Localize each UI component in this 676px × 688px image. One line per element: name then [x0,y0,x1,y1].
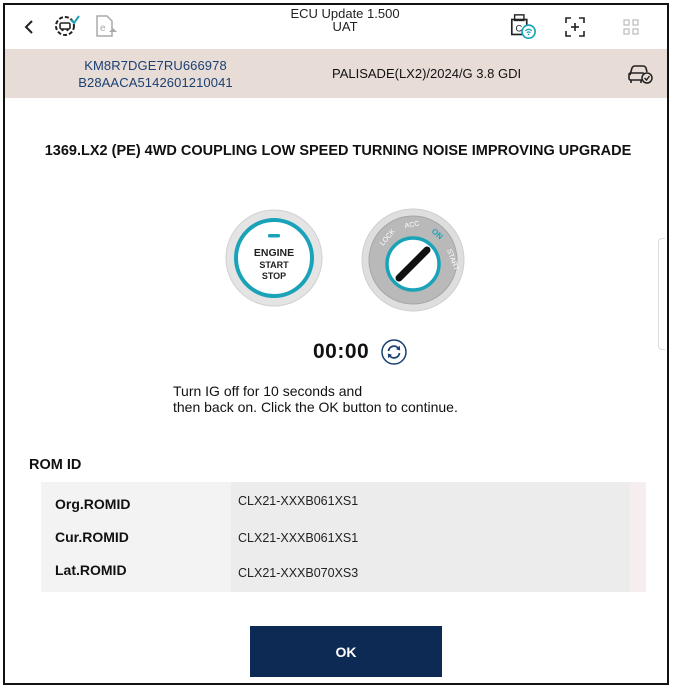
e-document-icon[interactable]: e [91,13,119,41]
vehicle-code: B28AACA5142601210041 [78,75,233,90]
romid-table-edge [630,482,646,592]
romid-lat-label: Lat.ROMID [55,562,127,578]
romid-org-value: CLX21-XXXB061XS1 [238,494,359,508]
instruction-line-1: Turn IG off for 10 seconds and [173,383,363,399]
vehicle-check-icon[interactable] [627,62,653,86]
romid-section-title: ROM ID [29,457,82,473]
romid-cur-value: CLX21-XXXB061XS1 [238,531,359,545]
countdown-timer: 00:00 [313,340,370,363]
romid-cur-label: Cur.ROMID [55,529,129,545]
romid-org-label: Org.ROMID [55,496,131,512]
vin-block: KM8R7DGE7RU666978 B28AACA5142601210041 [63,57,248,91]
romid-table: Org.ROMID CLX21-XXXB061XS1 Cur.ROMID CLX… [41,482,646,592]
vin-number: KM8R7DGE7RU666978 [84,58,227,73]
stop-label: STOP [262,271,286,281]
vehicle-model: PALISADE(LX2)/2024/G 3.8 GDI [332,66,522,81]
app-window: e ECU Update 1.500 UAT C KM8R7DGE7RU6669… [3,3,669,685]
svg-text:e: e [100,23,106,34]
vci-wireless-icon[interactable]: C [509,13,537,41]
update-title: 1369.LX2 (PE) 4WD COUPLING LOW SPEED TUR… [44,143,632,159]
timer-row: 00:00 [313,337,407,367]
scroll-indicator[interactable] [658,238,665,350]
app-title: ECU Update 1.500 UAT [255,7,435,33]
refresh-icon[interactable] [381,339,407,365]
grid-menu-icon[interactable] [617,13,645,41]
vehicle-info-bar: KM8R7DGE7RU666978 B28AACA5142601210041 P… [5,49,667,98]
romid-lat-value: CLX21-XXXB070XS3 [238,566,359,580]
vehicle-settings-icon[interactable] [53,13,81,41]
engine-start-stop-illustration: ENGINE START STOP [224,208,324,308]
top-bar: e ECU Update 1.500 UAT C [5,5,667,49]
engine-label: ENGINE [254,247,294,259]
capture-icon[interactable] [561,13,589,41]
ignition-switch-illustration: LOCK ACC ON START [361,208,465,312]
ok-button[interactable]: OK [250,626,442,677]
instruction-line-2: then back on. Click the OK button to con… [173,399,458,415]
back-icon[interactable] [15,13,43,41]
start-label: START [259,260,289,270]
instruction-text: Turn IG off for 10 seconds and then back… [173,383,458,415]
app-title-sub: UAT [332,19,358,34]
